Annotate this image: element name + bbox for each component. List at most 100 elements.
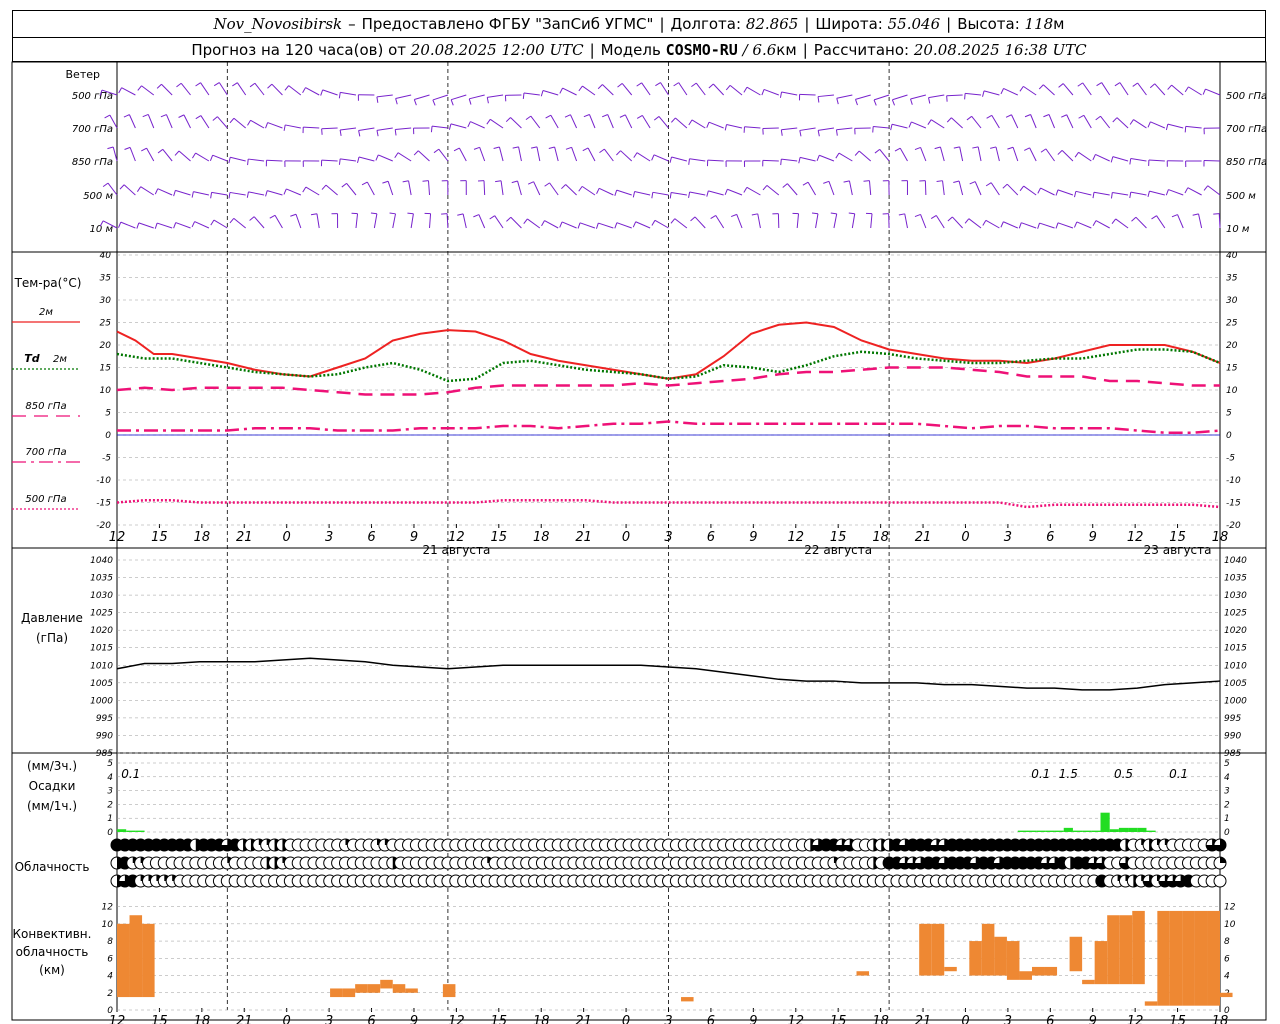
- temp-tick-label-right: 25: [1226, 319, 1238, 329]
- wind-barb: [799, 93, 816, 96]
- time-tick-label: 21: [915, 1014, 932, 1024]
- wind-barb: [1207, 185, 1221, 196]
- wind-barb: [212, 154, 228, 162]
- wind-barb: [373, 213, 378, 229]
- wind-barb-feather: [523, 218, 528, 225]
- wind-barb: [848, 180, 853, 196]
- wind-barb: [1188, 86, 1202, 96]
- wind-barb: [838, 152, 853, 162]
- wind-barb: [200, 82, 210, 96]
- wind-barb-feather: [1114, 82, 1121, 87]
- wind-barb-feather: [382, 180, 389, 184]
- wind-barb: [1205, 88, 1221, 96]
- wind-barb: [942, 180, 945, 196]
- wind-barb: [395, 94, 412, 99]
- wind-barb: [763, 89, 779, 96]
- precip-bar: [1054, 830, 1064, 832]
- conv-bar: [1169, 910, 1183, 1006]
- wind-barb-feather: [1000, 88, 1004, 95]
- wind-level-label: 500 м: [83, 191, 113, 202]
- conv-bar: [129, 915, 143, 998]
- wind-barb: [911, 121, 927, 129]
- time-tick-label: 18: [533, 530, 550, 545]
- time-tick-label: 9: [749, 1014, 757, 1024]
- pressure-tick-label-right: 1030: [1224, 591, 1247, 601]
- precip-3h-label: 0.1: [121, 767, 140, 781]
- time-tick-label: 9: [410, 530, 418, 545]
- wind-barb: [641, 115, 651, 129]
- wind-barb-feather: [522, 92, 525, 99]
- conv-tick-label-right: 8: [1224, 937, 1230, 947]
- conv-tick-label-right: 6: [1224, 954, 1230, 964]
- wind-barb-feather: [136, 222, 140, 229]
- wind-level-label-right: 10 м: [1226, 224, 1250, 235]
- wind-barb: [175, 189, 191, 196]
- temp-tick-label-right: 10: [1226, 386, 1238, 396]
- wind-barb-feather: [1000, 221, 1004, 228]
- wind-barb: [781, 91, 798, 96]
- wind-barb: [494, 215, 504, 229]
- wind-barb: [414, 94, 430, 101]
- conv-axis-label: (км): [39, 963, 65, 977]
- wind-barb-feather: [1007, 146, 1014, 150]
- wind-barb-feather: [1095, 115, 1101, 121]
- wind-barb: [598, 187, 614, 196]
- wind-barb: [410, 213, 414, 229]
- wind-barb: [1130, 191, 1147, 196]
- wind-barb-feather: [890, 124, 893, 131]
- wind-barb-feather: [430, 126, 433, 133]
- time-tick-label: 6: [707, 530, 715, 545]
- precip-bar: [135, 830, 145, 832]
- legend-label-td2m: 2м: [53, 354, 67, 365]
- wind-label: Ветер: [66, 68, 100, 81]
- wind-barb-feather: [1165, 189, 1169, 196]
- wind-barb-feather: [156, 83, 162, 89]
- wind-barb: [429, 213, 432, 229]
- wind-barb-feather: [358, 130, 361, 137]
- wind-barb-feather: [102, 182, 109, 188]
- wind-barb: [1093, 191, 1110, 196]
- wind-barb-feather: [505, 117, 511, 123]
- wind-barb-feather: [284, 85, 290, 91]
- wind-barb: [530, 115, 541, 129]
- wind-barb: [652, 191, 669, 196]
- wind-barb-feather: [376, 96, 379, 103]
- wind-barb-feather: [321, 128, 323, 135]
- wind-barb: [935, 215, 945, 229]
- wind-barb-feather: [1184, 86, 1189, 93]
- time-tick-label: 18: [1212, 530, 1229, 545]
- wind-barb: [140, 186, 155, 196]
- time-tick-label: 18: [872, 1014, 889, 1024]
- wind-barb-feather: [453, 147, 460, 152]
- wind-barb-feather: [1055, 222, 1059, 229]
- wind-barb-feather: [249, 216, 255, 221]
- time-tick-label: 15: [151, 1014, 168, 1024]
- wind-barb-feather: [1165, 124, 1169, 131]
- wind-barb-feather: [395, 98, 398, 105]
- wind-barb: [571, 147, 578, 162]
- wind-barb-feather: [489, 215, 495, 220]
- wind-barb: [991, 115, 1000, 129]
- cloud-symbol-fill: [1220, 857, 1226, 863]
- wind-barb-feather: [1058, 83, 1064, 88]
- wind-barb-feather: [816, 155, 820, 162]
- conv-bar: [442, 984, 456, 998]
- wind-barb-feather: [195, 82, 201, 87]
- wind-barb: [598, 222, 614, 229]
- wind-barb: [274, 215, 283, 229]
- precip-tick-label-right: 1: [1224, 814, 1230, 824]
- wind-barb: [892, 94, 908, 101]
- wind-barb: [123, 184, 136, 196]
- pressure-tick-label: 1005: [90, 679, 113, 689]
- wind-barb-feather: [632, 191, 636, 198]
- wind-barb: [726, 124, 743, 129]
- wind-barb-feather: [779, 91, 783, 98]
- conv-bar: [1069, 936, 1083, 972]
- wind-barb-feather: [209, 155, 214, 161]
- wind-barb-feather: [614, 222, 618, 229]
- wind-barb: [654, 219, 669, 229]
- wind-barb: [500, 180, 504, 196]
- wind-barb: [729, 84, 743, 96]
- pressure-tick-label-right: 995: [1224, 714, 1241, 724]
- wind-barb: [230, 156, 246, 162]
